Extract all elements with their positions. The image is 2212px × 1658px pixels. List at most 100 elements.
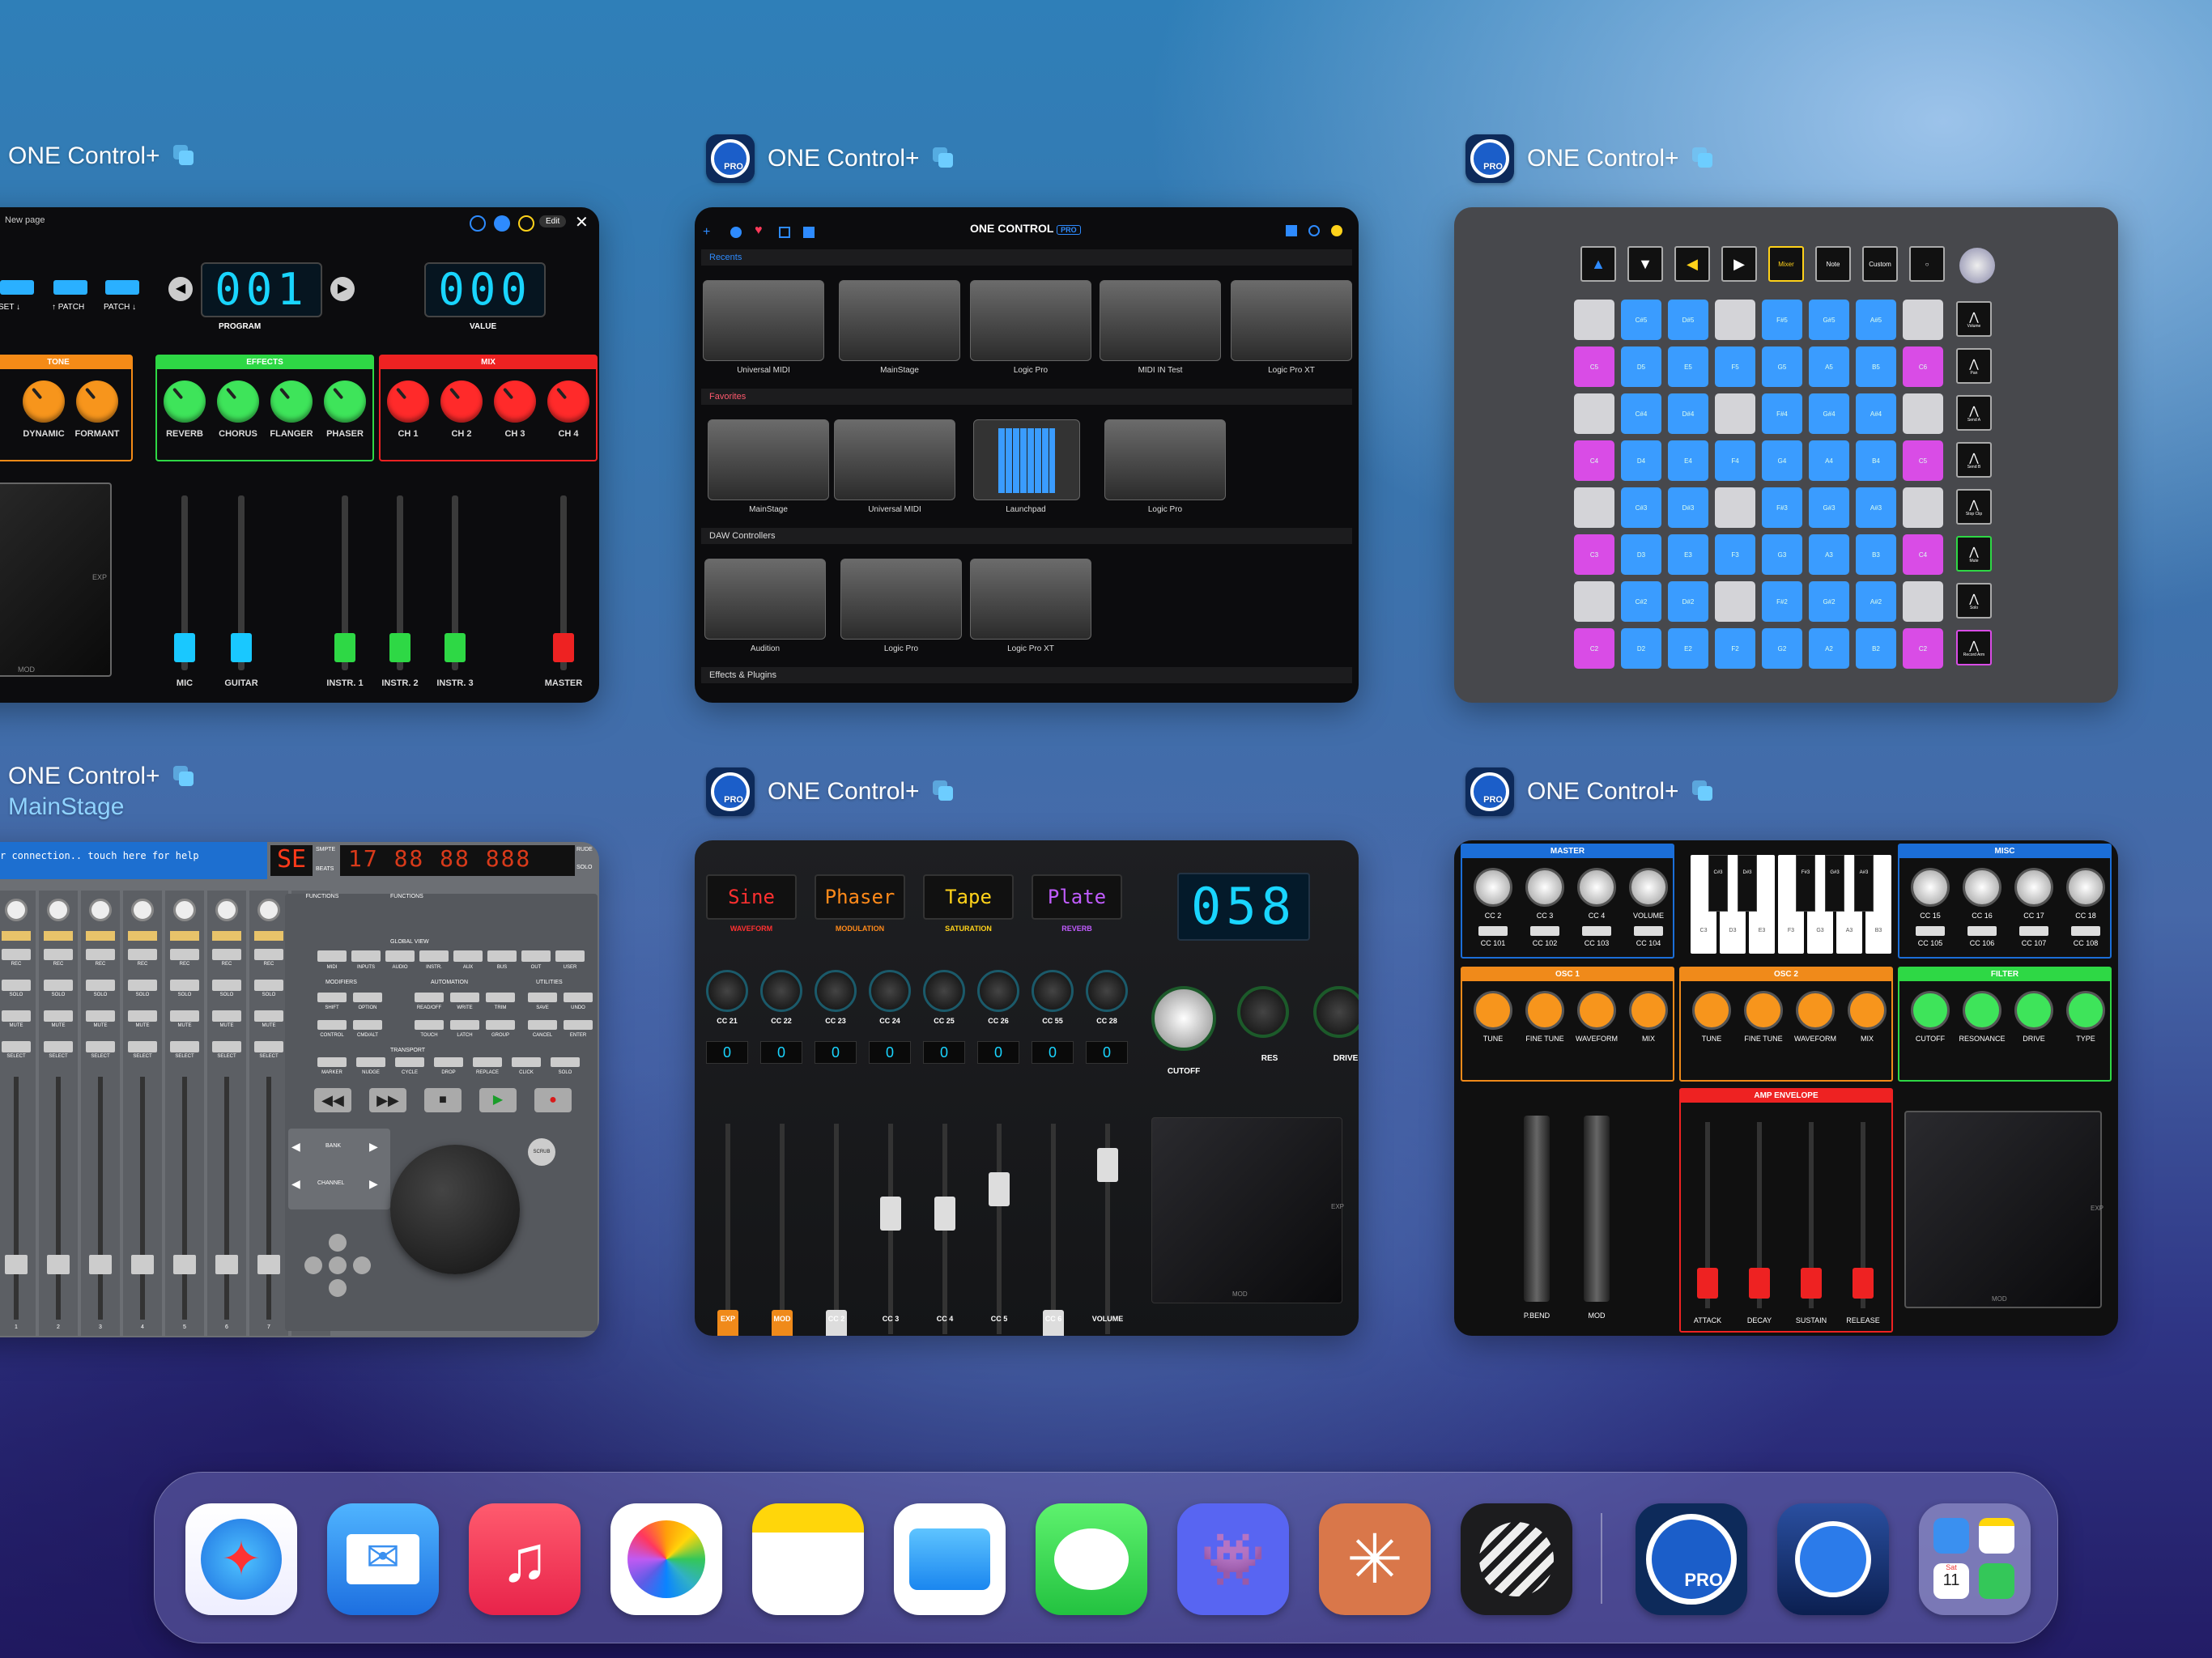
- safari-app-icon[interactable]: ✦: [185, 1503, 297, 1615]
- strip-button[interactable]: [2, 949, 31, 960]
- strip-button[interactable]: [2, 1010, 31, 1022]
- pad-5-5[interactable]: A3: [1809, 534, 1849, 575]
- pad-3-7[interactable]: C5: [1903, 440, 1943, 481]
- side-button-0[interactable]: ⋀ Volume: [1956, 301, 1992, 337]
- fader-cap[interactable]: [89, 1255, 112, 1274]
- pad-6-3[interactable]: [1715, 581, 1755, 622]
- synth-knob[interactable]: [1848, 991, 1887, 1030]
- daw-logic-pro-xt[interactable]: [970, 559, 1091, 640]
- pad-4-0[interactable]: [1574, 487, 1614, 528]
- pad-1-2[interactable]: E5: [1668, 346, 1708, 387]
- notes-app-icon[interactable]: [752, 1503, 864, 1615]
- channel-fader[interactable]: [14, 1077, 19, 1320]
- side-button-1[interactable]: ⋀ Pan: [1956, 348, 1992, 384]
- modifier-button[interactable]: [564, 1020, 593, 1030]
- strip-button[interactable]: [44, 949, 73, 960]
- daw-audition[interactable]: [704, 559, 826, 640]
- window-2-header[interactable]: PRO ONE Control+: [706, 134, 955, 183]
- modifier-button[interactable]: [415, 1020, 444, 1030]
- pad-1-6[interactable]: B5: [1856, 346, 1896, 387]
- messages-app-icon[interactable]: [1036, 1503, 1147, 1615]
- window-3-launchpad[interactable]: ▲ ▼ ◀ ▶ Mixer Note Custom ○ C#5 D#5 F#5 G#5 A#5 C5 D5 E…: [1454, 207, 2118, 703]
- fader-cap[interactable]: [5, 1255, 28, 1274]
- fav-universal-midi[interactable]: [834, 419, 955, 500]
- chorus-knob[interactable]: [217, 380, 259, 423]
- library-icon[interactable]: [1286, 225, 1297, 236]
- window-1-amp-controller[interactable]: New page Edit ✕ SET ↓ ↑ PATCH PATCH ↓ ◀ …: [0, 207, 599, 703]
- side-button-3[interactable]: ⋀ Send B: [1956, 442, 1992, 478]
- pad-0-5[interactable]: G#5: [1809, 300, 1849, 340]
- pad-0-2[interactable]: D#5: [1668, 300, 1708, 340]
- global-view-button[interactable]: [521, 950, 551, 962]
- ch1-knob[interactable]: [387, 380, 429, 423]
- cc-fader[interactable]: [997, 1124, 1002, 1334]
- synth-knob[interactable]: [1577, 868, 1616, 907]
- window-4-mainstage-controller[interactable]: r connection.. touch here for help SE SM…: [0, 842, 599, 1337]
- synth-knob[interactable]: [1796, 991, 1835, 1030]
- arrow-pad[interactable]: [301, 1234, 374, 1299]
- photos-app-icon[interactable]: [610, 1503, 722, 1615]
- pad-2-5[interactable]: G#4: [1809, 393, 1849, 434]
- close-icon[interactable]: ✕: [575, 212, 589, 232]
- window-6-header[interactable]: PRO ONE Control+: [1465, 767, 1715, 816]
- recent-mainstage[interactable]: [839, 280, 960, 361]
- strip-button[interactable]: [128, 949, 157, 960]
- synth-knob[interactable]: [1629, 868, 1668, 907]
- calendar-app-icon[interactable]: [1777, 1503, 1889, 1615]
- global-view-button[interactable]: [487, 950, 517, 962]
- pad-2-4[interactable]: F#4: [1762, 393, 1802, 434]
- cc-button[interactable]: [1582, 926, 1611, 936]
- jog-wheel[interactable]: [390, 1145, 520, 1274]
- cc-knob[interactable]: [760, 970, 802, 1012]
- synth-knob[interactable]: [1911, 868, 1950, 907]
- play-button[interactable]: ▶: [479, 1088, 517, 1112]
- channel-right-icon[interactable]: ▶: [369, 1177, 378, 1191]
- cc-button[interactable]: [2071, 926, 2100, 936]
- modifier-button[interactable]: [353, 1020, 382, 1030]
- transport-button[interactable]: [551, 1057, 580, 1067]
- pad-7-4[interactable]: G2: [1762, 628, 1802, 669]
- fader-cap[interactable]: [717, 1310, 738, 1336]
- global-view-button[interactable]: [351, 950, 381, 962]
- pad-0-6[interactable]: A#5: [1856, 300, 1896, 340]
- synth-knob[interactable]: [2066, 991, 2105, 1030]
- modifier-button[interactable]: [486, 1020, 515, 1030]
- top-button-7[interactable]: ○: [1909, 246, 1945, 282]
- status-bar[interactable]: r connection.. touch here for help: [0, 842, 267, 879]
- pad-4-3[interactable]: [1715, 487, 1755, 528]
- pan-knob[interactable]: [257, 899, 280, 921]
- cc-knob[interactable]: [923, 970, 965, 1012]
- cc-button[interactable]: [1634, 926, 1663, 936]
- big-knob[interactable]: [1313, 986, 1359, 1038]
- pad-1-5[interactable]: A5: [1809, 346, 1849, 387]
- channel-fader[interactable]: [266, 1077, 271, 1320]
- record-button[interactable]: ●: [534, 1088, 572, 1112]
- pad-5-7[interactable]: C4: [1903, 534, 1943, 575]
- pad-0-7[interactable]: [1903, 300, 1943, 340]
- window-3-header[interactable]: PRO ONE Control+: [1465, 134, 1715, 183]
- synth-knob[interactable]: [1474, 991, 1512, 1030]
- pad-5-1[interactable]: D3: [1621, 534, 1661, 575]
- global-view-button[interactable]: [419, 950, 449, 962]
- music-app-icon[interactable]: ♫: [469, 1503, 581, 1615]
- wheel[interactable]: [1524, 1116, 1550, 1302]
- cc-knob[interactable]: [1086, 970, 1128, 1012]
- pad-2-1[interactable]: C#4: [1621, 393, 1661, 434]
- fader-cap[interactable]: [1697, 1268, 1718, 1299]
- fav-launchpad[interactable]: [973, 419, 1080, 500]
- info-icon[interactable]: [470, 215, 486, 232]
- pan-knob[interactable]: [47, 899, 70, 921]
- pad-1-1[interactable]: D5: [1621, 346, 1661, 387]
- pad-7-0[interactable]: C2: [1574, 628, 1614, 669]
- side-button-6[interactable]: ⋀ Solo: [1956, 583, 1992, 619]
- cc-knob[interactable]: [1032, 970, 1074, 1012]
- pad-4-6[interactable]: A#3: [1856, 487, 1896, 528]
- transport-button[interactable]: [395, 1057, 424, 1067]
- synth-knob[interactable]: [2014, 991, 2053, 1030]
- files-app-icon[interactable]: [894, 1503, 1006, 1615]
- fader-cap[interactable]: [257, 1255, 280, 1274]
- fader-cap[interactable]: [826, 1310, 847, 1336]
- transport-button[interactable]: [317, 1057, 347, 1067]
- dynamic-knob[interactable]: [23, 380, 65, 423]
- strip-button[interactable]: [212, 980, 241, 991]
